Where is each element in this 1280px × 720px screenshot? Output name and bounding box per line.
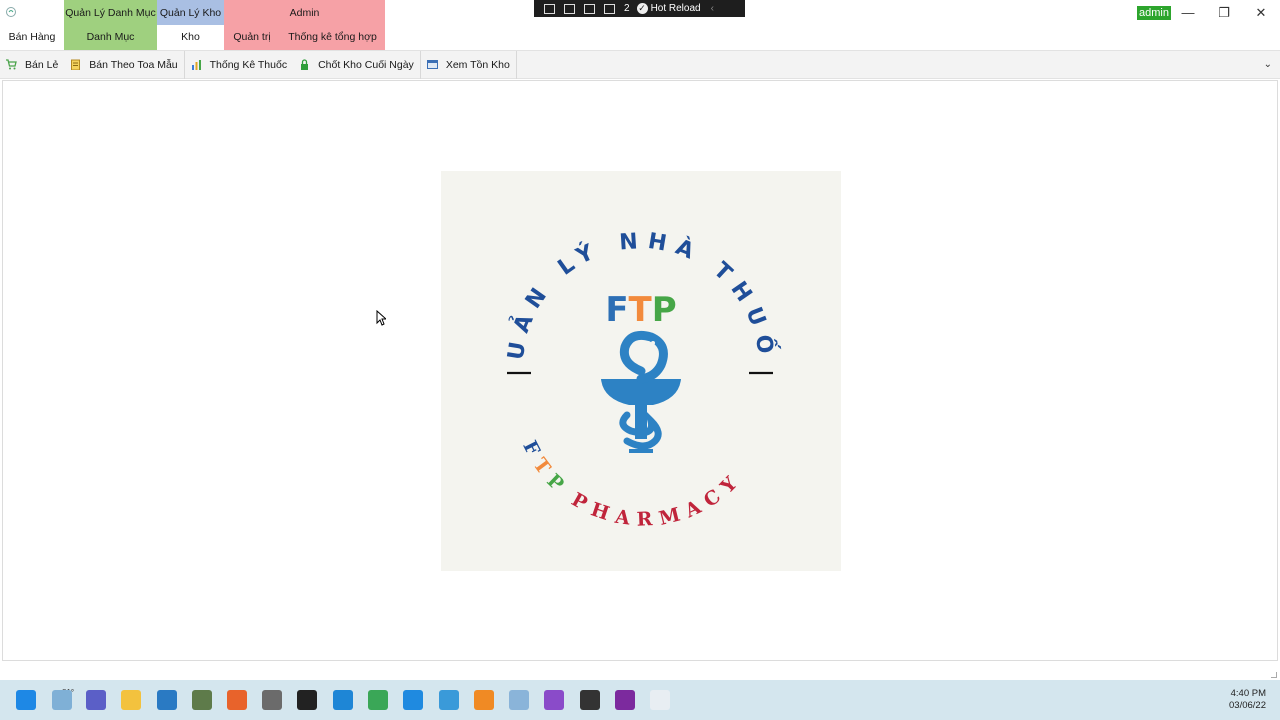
collapse-toolbar-icon[interactable]: ‹ xyxy=(711,3,714,14)
weather-icon[interactable] xyxy=(52,690,72,710)
sticky-notes-icon[interactable] xyxy=(297,690,317,710)
tab-quan-tri[interactable]: Quản trị xyxy=(224,25,280,50)
start-icon[interactable] xyxy=(16,690,36,710)
display-adorners-icon[interactable] xyxy=(584,3,595,14)
arc-bottom-pharmacy: PHARMACY xyxy=(568,467,748,531)
restore-button[interactable]: ❐ xyxy=(1209,2,1239,24)
vlc-icon[interactable] xyxy=(474,690,494,710)
check-icon: ✓ xyxy=(636,3,648,14)
snake-bowl-icon xyxy=(601,330,681,453)
resize-grip-icon[interactable] xyxy=(1271,672,1277,678)
hot-reload-label[interactable]: Hot Reload xyxy=(651,3,701,14)
zalo-icon[interactable] xyxy=(403,690,423,710)
visual-studio-icon[interactable] xyxy=(544,690,564,710)
lock-icon xyxy=(301,59,309,70)
mouse-cursor-icon xyxy=(376,310,386,326)
ban-theo-toa-mau-label: Bán Theo Toa Mẫu xyxy=(89,58,178,71)
binding-errors-count[interactable]: 2 xyxy=(624,3,630,14)
minimize-button[interactable]: — xyxy=(1173,2,1203,24)
ban-le-button[interactable]: Bán Lẻ xyxy=(0,51,64,79)
ribbon-group-header: Quản Lý Danh Mục xyxy=(65,7,156,19)
collapse-ribbon-icon[interactable]: ⌄ xyxy=(1264,59,1272,70)
tab-ban-hang[interactable]: Bán Hàng xyxy=(0,25,64,50)
calculator-icon[interactable] xyxy=(262,690,282,710)
brand-letter-p: P xyxy=(652,290,677,330)
onenote-icon[interactable] xyxy=(615,690,635,710)
pharmacy-logo: QUẢN LÝ NHÀ THUỐC FTP xyxy=(427,152,841,571)
system-clock[interactable]: 4:40 PM 03/06/22 xyxy=(1229,688,1266,712)
main-content: QUẢN LÝ NHÀ THUỐC FTP xyxy=(2,80,1278,661)
brand-letter-t: T xyxy=(629,290,653,330)
xem-ton-kho-label: Xem Tồn Kho xyxy=(445,58,510,71)
pharmacy-app-icon[interactable] xyxy=(650,690,670,710)
track-focus-icon[interactable] xyxy=(604,3,615,14)
ribbon-group-header xyxy=(0,0,64,25)
chat-icon[interactable] xyxy=(86,690,106,710)
brand-letter-f: F xyxy=(605,290,628,330)
chrome-icon[interactable] xyxy=(368,690,388,710)
xem-ton-kho-button[interactable]: Xem Tồn Kho xyxy=(421,50,517,79)
close-button[interactable]: ✕ xyxy=(1246,2,1276,24)
tab-kho[interactable]: Kho xyxy=(157,25,224,50)
chot-kho-cuoi-ngay-label: Chốt Kho Cuối Ngày xyxy=(318,58,414,71)
command-bar: Bán Lẻ Bán Theo Toa Mẫu Thống Kê Thuốc C… xyxy=(0,50,1280,79)
tab-thong-ke-tong-hop[interactable]: Thống kê tổng hợp xyxy=(280,25,385,50)
arc-top-text: QUẢN LÝ NHÀ THUỐC xyxy=(441,171,783,364)
ribbon-group-danhmuc: Quản Lý Danh Mục Danh Mục xyxy=(64,0,157,50)
bar-chart-icon xyxy=(191,60,201,70)
people-app-icon[interactable] xyxy=(192,690,212,710)
ban-le-label: Bán Lẻ xyxy=(25,58,59,71)
clipboard-icon xyxy=(71,59,81,70)
snipping-icon[interactable] xyxy=(439,690,459,710)
chot-kho-cuoi-ngay-button[interactable]: Chốt Kho Cuối Ngày xyxy=(293,50,421,79)
debug-toolbar: 2 ✓ Hot Reload ‹ xyxy=(534,0,745,17)
ribbon-group-banhang: Bán Hàng xyxy=(0,0,64,50)
clock-time: 4:40 PM xyxy=(1230,688,1266,699)
obs-icon[interactable] xyxy=(580,690,600,710)
pharmacy-logo-graphic: QUẢN LÝ NHÀ THUỐC FTP xyxy=(427,152,783,531)
ribbon-group-header: Admin xyxy=(289,7,320,19)
inventory-icon xyxy=(426,60,438,69)
live-tree-icon[interactable] xyxy=(544,3,555,14)
thong-ke-thuoc-button[interactable]: Thống Kê Thuốc xyxy=(185,51,293,79)
arc-top-textpath: QUẢN LÝ NHÀ THUỐC xyxy=(427,152,773,364)
edge-icon[interactable] xyxy=(333,690,353,710)
brand-text: FTP xyxy=(605,290,676,330)
firefox-icon[interactable] xyxy=(227,690,247,710)
clock-date: 03/06/22 xyxy=(1229,700,1266,711)
ribbon-group-admin: Admin Quản trị Thống kê tổng hợp xyxy=(224,0,385,50)
photos-icon[interactable] xyxy=(509,690,529,710)
ban-theo-toa-mau-button[interactable]: Bán Theo Toa Mẫu xyxy=(64,51,183,79)
cart-icon xyxy=(6,59,17,70)
ribbon-group-kho: Quản Lý Kho Kho xyxy=(157,0,224,50)
ribbon-group-header: Quản Lý Kho xyxy=(157,0,224,25)
file-explorer-icon[interactable] xyxy=(121,690,141,710)
thong-ke-thuoc-label: Thống Kê Thuốc xyxy=(209,58,288,71)
select-element-icon[interactable] xyxy=(564,3,575,14)
vscode-icon[interactable] xyxy=(157,690,177,710)
app-window: Bán Hàng Quản Lý Danh Mục Danh Mục Quản … xyxy=(0,0,1280,720)
current-user-badge: admin xyxy=(1137,6,1171,20)
tab-danh-muc[interactable]: Danh Mục xyxy=(64,25,157,50)
